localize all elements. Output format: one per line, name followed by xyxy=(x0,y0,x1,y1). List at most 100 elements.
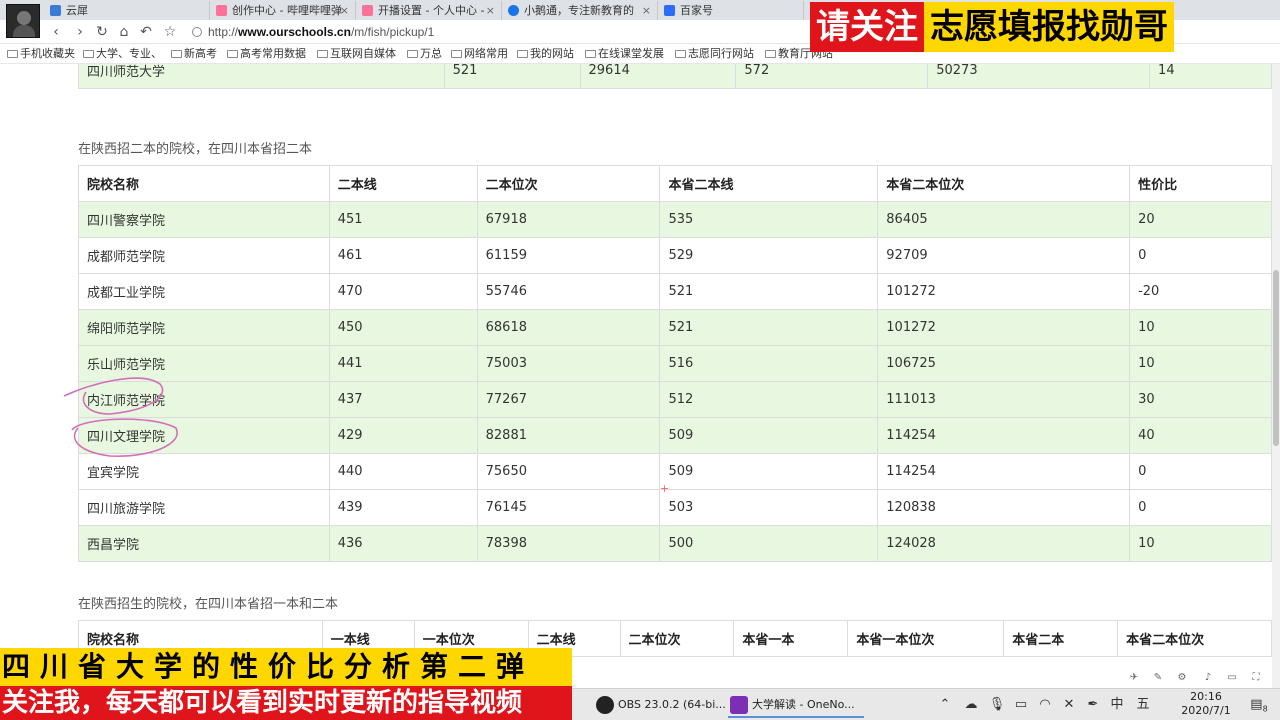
table-cell: 111013 xyxy=(877,381,1131,418)
page-content: 四川师范大学 521 29614 572 50273 14 在陕西招二本的院校，… xyxy=(0,64,1272,720)
table-header-cell: 二本位次 xyxy=(476,165,661,202)
bookmark-item[interactable]: 新高考 xyxy=(170,46,217,62)
bookmark-label: 志愿同行网站 xyxy=(688,47,754,60)
tab-baijiahao[interactable]: 百家号 xyxy=(658,1,804,20)
promo-subtitle-text: 关注我，每天都可以看到实时更新的指导视频 xyxy=(0,686,572,720)
notifications-icon[interactable]: ▤8 xyxy=(1248,692,1270,718)
player-controls: ✈ ✎ ⚙ ♪ ▭ ⛶ xyxy=(1120,672,1280,688)
table-cell: 439 xyxy=(328,489,478,526)
table-cell: 20 xyxy=(1129,201,1272,238)
ime-mode-indicator[interactable]: 五 xyxy=(1132,692,1154,718)
tab-xiaoetong[interactable]: 小鹅通，专注新教育的 × xyxy=(502,1,658,20)
tab-label: 百家号 xyxy=(680,4,713,17)
promo-brand-text: 志愿填报找勋哥 xyxy=(924,2,1174,52)
school-name-cell: 绵阳师范学院 xyxy=(78,309,330,346)
school-name-cell: 四川警察学院 xyxy=(78,201,330,238)
bookmark-item[interactable]: 志愿同行网站 xyxy=(674,46,754,62)
folder-icon xyxy=(517,50,528,58)
star-icon[interactable]: ☆ xyxy=(160,22,180,42)
school-name-cell: 四川旅游学院 xyxy=(78,489,330,526)
scrollbar-thumb[interactable] xyxy=(1273,270,1279,446)
table-header-cell: 本省二本位次 xyxy=(877,165,1131,202)
bookmark-item[interactable]: 在线课堂发展 xyxy=(584,46,664,62)
pip-icon[interactable]: ▭ xyxy=(1224,672,1240,683)
school-name-cell: 内江师范学院 xyxy=(78,381,330,418)
show-hidden-icons-icon[interactable]: ⌃ xyxy=(934,692,956,718)
battery-icon[interactable]: ▭ xyxy=(1010,692,1032,718)
promo-banner-bottom: 四川省大学的性价比分析第二弹 关注我，每天都可以看到实时更新的指导视频 xyxy=(0,648,572,720)
taskbar-app-obs[interactable]: OBS 23.0.2 (64-bi... xyxy=(594,692,726,718)
system-clock[interactable]: 20:16 2020/7/1 xyxy=(1176,690,1236,718)
xiaoetong-favicon-icon xyxy=(508,5,519,16)
school-name-cell: 西昌学院 xyxy=(78,525,330,562)
page-scrollbar[interactable] xyxy=(1272,64,1280,720)
close-icon[interactable]: × xyxy=(486,1,495,20)
bookmark-item[interactable]: 万总 xyxy=(406,46,442,62)
table-cell: 512 xyxy=(659,381,879,418)
settings-icon[interactable]: ⚙ xyxy=(1174,672,1190,683)
table-cell: 503 xyxy=(659,489,879,526)
table-row: 成都师范学院 461 61159 529 92709 0 xyxy=(78,237,1272,274)
bookmark-item[interactable]: 网络常用 xyxy=(450,46,508,62)
folder-icon xyxy=(585,50,596,58)
table-cell: 450 xyxy=(328,309,478,346)
baijiahao-favicon-icon xyxy=(664,5,675,16)
section2-caption: 在陕西招二本的院校，在四川本省招二本 xyxy=(78,142,313,157)
bookmark-item[interactable]: 我的网站 xyxy=(516,46,574,62)
taskbar-app-onenote[interactable]: 大学解读 - OneNo... xyxy=(728,692,864,718)
table-cell: 521 xyxy=(659,309,879,346)
bookmark-item[interactable]: 高考常用数据 xyxy=(226,46,306,62)
folder-icon xyxy=(675,50,686,58)
rocket-icon[interactable]: ✈ xyxy=(1126,672,1142,683)
table-cell: 440 xyxy=(328,453,478,490)
home-icon[interactable]: ⌂ xyxy=(114,22,134,42)
tab-label: 开播设置 - 个人中心 - xyxy=(378,4,485,17)
bookmark-label: 大学、专业、 xyxy=(96,47,162,60)
tab-bilibili-creator[interactable]: 创作中心 - 哔哩哔哩弹 × xyxy=(210,1,356,20)
close-icon[interactable]: × xyxy=(642,1,651,20)
bookmark-item[interactable]: 大学、专业、 xyxy=(82,46,162,62)
volume-icon[interactable]: ♪ xyxy=(1200,672,1216,683)
tab-live-settings[interactable]: 开播设置 - 个人中心 - × xyxy=(356,1,502,20)
promo-follow-text: 请关注 xyxy=(810,2,924,52)
undo-icon[interactable]: ↶ xyxy=(136,22,156,42)
table-cell: 61159 xyxy=(476,237,661,274)
school-name-cell: 宜宾学院 xyxy=(78,453,330,490)
windows-taskbar: OBS 23.0.2 (64-bi... 大学解读 - OneNo... ⌃ ☁… xyxy=(572,688,1280,720)
comment-icon[interactable]: ✎ xyxy=(1150,672,1166,683)
table-cell: 92709 xyxy=(877,237,1131,274)
table-cell: 30 xyxy=(1129,381,1272,418)
bookmark-item[interactable]: 互联网自媒体 xyxy=(316,46,396,62)
table-cell: 55746 xyxy=(476,273,661,310)
table-row: 四川师范大学 521 29614 572 50273 14 xyxy=(78,64,1272,89)
yunxi-favicon-icon xyxy=(50,5,61,16)
site-info-icon[interactable] xyxy=(192,27,202,37)
microphone-icon[interactable]: 🎙 xyxy=(986,692,1008,718)
bookmark-item[interactable]: 手机收藏夹 xyxy=(6,46,75,62)
table-cell: 441 xyxy=(328,345,478,382)
pen-icon[interactable]: ✒ xyxy=(1082,692,1104,718)
reload-icon[interactable]: ↻ xyxy=(92,22,112,42)
table-cell: 68618 xyxy=(476,309,661,346)
wifi-icon[interactable]: ◠ xyxy=(1034,692,1056,718)
cursor-crosshair-icon: + xyxy=(660,482,670,495)
speaker-muted-icon[interactable]: ✕ xyxy=(1058,692,1080,718)
tab-label: 云犀 xyxy=(66,4,88,17)
table-header-row: 院校名称 二本线 二本位次 本省二本线 本省二本位次 性价比 xyxy=(78,165,1272,202)
folder-icon xyxy=(227,50,238,58)
table-cell: 500 xyxy=(659,525,879,562)
cloud-icon[interactable]: ☁ xyxy=(960,692,982,718)
bookmark-label: 新高考 xyxy=(184,47,217,60)
tab-yunxi[interactable]: 云犀 xyxy=(44,1,210,20)
fullscreen-icon[interactable]: ⛶ xyxy=(1248,672,1264,683)
back-icon[interactable]: ‹ xyxy=(46,22,66,42)
chinese-input-icon[interactable]: 中 xyxy=(1106,692,1128,718)
table-cell: 437 xyxy=(328,381,478,418)
clock-date: 2020/7/1 xyxy=(1181,704,1231,717)
close-icon[interactable]: × xyxy=(340,1,349,20)
address-bar[interactable]: http://www.ourschools.cn/m/fish/pickup/1 xyxy=(192,22,792,42)
bookmark-label: 万总 xyxy=(420,47,442,60)
forward-icon[interactable]: › xyxy=(70,22,90,42)
bookmark-label: 网络常用 xyxy=(464,47,508,60)
table-header-cell: 本省一本位次 xyxy=(847,620,1005,657)
